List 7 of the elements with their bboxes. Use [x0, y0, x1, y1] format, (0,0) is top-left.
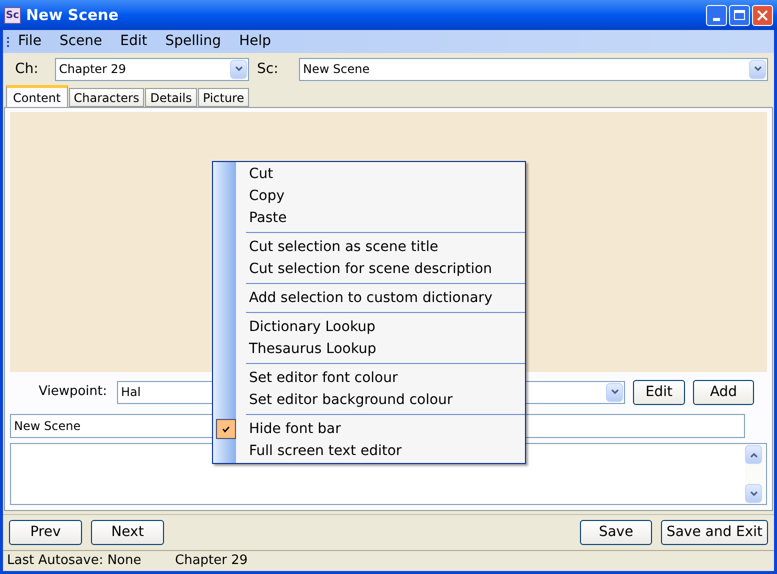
chapter-label: Ch: — [15, 60, 40, 78]
scene-label: Sc: — [257, 60, 280, 78]
app-icon: Sc — [4, 6, 21, 24]
viewpoint-label: Viewpoint: — [38, 383, 108, 402]
window-title: New Scene — [26, 4, 119, 26]
status-text: Last Autosave: None — [7, 552, 142, 570]
status-text: Chapter 29 — [175, 552, 249, 570]
